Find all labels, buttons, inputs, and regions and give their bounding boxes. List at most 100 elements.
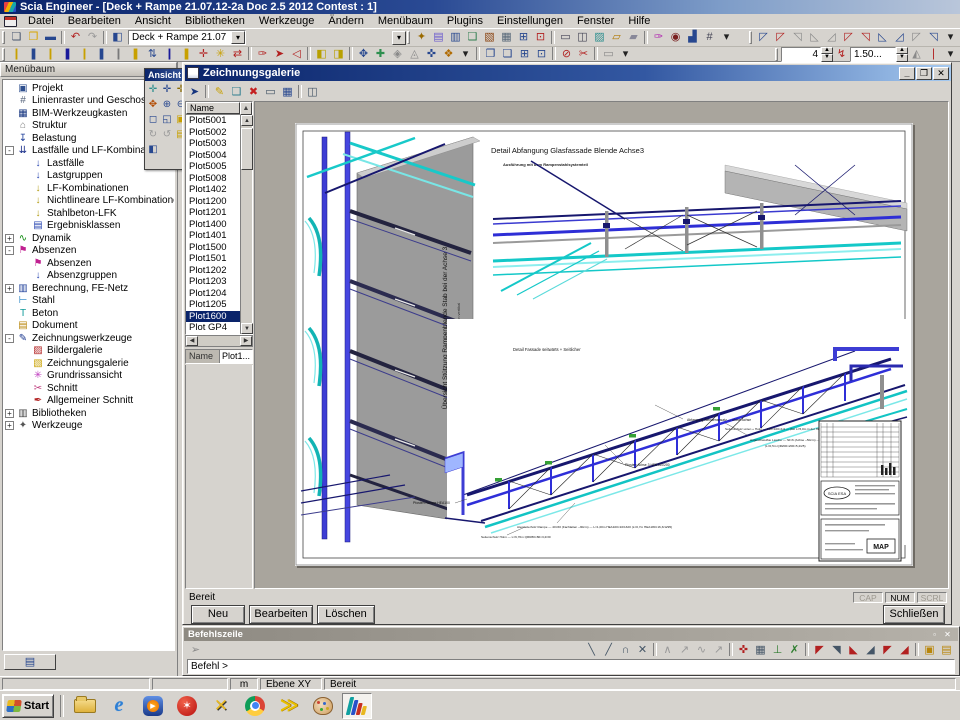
scroll-down-icon[interactable]: ▼ [241, 323, 253, 334]
plot-list-item[interactable]: Plot5002 [186, 127, 241, 139]
star-icon[interactable]: ✳ [212, 47, 229, 61]
scroll-up-icon[interactable]: ▲ [241, 115, 253, 126]
calculator-icon[interactable]: ◉ [667, 31, 684, 45]
snap-corner-icon[interactable]: ◥ [828, 643, 845, 657]
snap-grid-icon[interactable]: ▦ [752, 643, 769, 657]
toggle-left-icon[interactable]: ◧ [313, 47, 330, 61]
ruler-icon[interactable]: ❘ [925, 47, 942, 61]
snap-settings-icon[interactable]: ▣ [921, 643, 938, 657]
tree-expander[interactable]: - [5, 246, 14, 255]
loadcase-icon[interactable]: ❚ [25, 47, 42, 61]
tree-item[interactable]: ↓ Lastgruppen [5, 170, 174, 183]
zoom-all-icon[interactable]: ✛ [146, 82, 160, 97]
plot-list-item[interactable]: Plot GP4 [186, 322, 241, 334]
maximize-button[interactable]: ❐ [916, 67, 932, 80]
menu-item[interactable]: Werkzeuge [252, 14, 321, 28]
new-button[interactable]: Neu [191, 605, 245, 624]
preview-plot-icon[interactable]: ◫ [304, 85, 321, 99]
menu-item[interactable]: Ansicht [128, 14, 178, 28]
chevron-down-icon[interactable]: ▾ [392, 31, 406, 45]
plot-list-header[interactable]: Name ▲ [186, 102, 252, 115]
view-style-icon[interactable]: ◸ [772, 31, 789, 45]
lasso-icon[interactable]: ➤ [271, 47, 288, 61]
tools-app-icon[interactable]: ✕ [206, 693, 236, 719]
command-panel-title[interactable]: Befehlszeile ▫✕ [184, 628, 958, 641]
toolbar-grip[interactable] [2, 31, 5, 44]
plot-list-item[interactable]: Plot1204 [186, 288, 241, 300]
tree-item[interactable]: ✳ Grundrissansicht [5, 370, 174, 383]
media-player-icon[interactable]: ▶ [138, 693, 168, 719]
chevron-down-icon[interactable]: ▾ [231, 31, 245, 44]
sidebar-tab[interactable]: ▤ [4, 654, 56, 670]
view-style-icon[interactable]: ◸ [755, 31, 772, 45]
window-single-icon[interactable]: ⊡ [533, 47, 550, 61]
tree-expander[interactable]: - [5, 334, 14, 343]
menu-item[interactable]: Hilfe [621, 14, 657, 28]
view-style-icon[interactable]: ◹ [857, 31, 874, 45]
copy-view-icon[interactable]: ↺ [160, 127, 174, 142]
menu-item[interactable]: Menübaum [371, 14, 440, 28]
tree-item[interactable]: ▨ Bildergalerie [5, 345, 174, 358]
tree-expander[interactable]: + [5, 234, 14, 243]
window-layout-icon[interactable]: ◧ [109, 31, 126, 45]
image-gallery-icon[interactable]: ▨ [591, 31, 608, 45]
close-button[interactable]: ✕ [933, 67, 949, 80]
horizontal-scrollbar[interactable]: ◀ ▶ [185, 335, 253, 347]
tree-item[interactable]: ↓ Nichtlineare LF-Kombinationen [5, 195, 174, 208]
view-style-icon[interactable]: ◺ [806, 31, 823, 45]
new-icon[interactable]: ❏ [8, 31, 25, 45]
select-icon[interactable]: ✑ [254, 47, 271, 61]
arrow-icon[interactable]: ↗ [710, 643, 727, 657]
menu-item[interactable]: Einstellungen [490, 14, 570, 28]
clipboard-icon[interactable]: ▧ [481, 31, 498, 45]
zoom-selection-icon[interactable]: ✛ [160, 82, 174, 97]
tree-expander[interactable]: - [5, 146, 14, 155]
document-window-icon[interactable] [4, 16, 17, 27]
curve-icon[interactable]: ∿ [693, 643, 710, 657]
section-icon[interactable]: # [701, 31, 718, 45]
snap-corner-icon[interactable]: ◤ [879, 643, 896, 657]
chrome-icon[interactable] [240, 693, 270, 719]
menu-item[interactable]: Bibliotheken [178, 14, 252, 28]
more-icon[interactable]: ▾ [942, 47, 959, 61]
toolbar-grip[interactable] [2, 48, 5, 61]
scroll-left-icon[interactable]: ◀ [186, 336, 198, 346]
delete-button[interactable]: Löschen [317, 605, 375, 624]
view-style-icon[interactable]: ◿ [891, 31, 908, 45]
paint-app-icon[interactable] [308, 693, 338, 719]
minimize-button[interactable]: _ [899, 67, 915, 80]
export-plot-icon[interactable]: ▦ [279, 85, 296, 99]
frame-icon[interactable]: ⊡ [532, 31, 549, 45]
draw-arc-icon[interactable]: ∩ [617, 643, 634, 657]
member-count-spinner[interactable]: 4 [781, 47, 821, 62]
status-plane[interactable]: Ebene XY [260, 678, 322, 690]
tree-item[interactable]: ▤ Ergebnisklassen [5, 220, 174, 233]
command-input[interactable]: Befehl > [187, 659, 955, 674]
print-plot-icon[interactable]: ▭ [262, 85, 279, 99]
plot-list-item[interactable]: Plot5005 [186, 161, 241, 173]
plot-list-item[interactable]: Plot1600 [186, 311, 241, 323]
tree-item[interactable]: ↓ LF-Kombinationen [5, 182, 174, 195]
view-3d-icon[interactable]: ◧ [146, 142, 160, 157]
pin-icon[interactable]: ▫ [928, 629, 941, 640]
tree-item[interactable]: T Beton [5, 307, 174, 320]
command-pointer-icon[interactable]: ➢ [187, 643, 204, 657]
internet-explorer-icon[interactable]: e [104, 693, 134, 719]
loadcase-icon[interactable]: ❙ [110, 47, 127, 61]
plot-list-item[interactable]: Plot1501 [186, 253, 241, 265]
loadcase-icon[interactable]: ❚ [93, 47, 110, 61]
close-dialog-button[interactable]: Schließen [883, 605, 945, 624]
property-name-value[interactable]: Plot1... [220, 350, 252, 363]
spinner-buttons[interactable]: ▲▼ [821, 47, 833, 62]
storey-icon[interactable]: ▥ [447, 31, 464, 45]
project-combo[interactable]: Deck + Rampe 21.07 ▾ [128, 30, 246, 45]
status-units[interactable]: m [230, 678, 258, 690]
plot-list-item[interactable]: Plot1400 [186, 219, 241, 231]
chart-icon[interactable]: ▟ [684, 31, 701, 45]
toolbar-grip[interactable] [775, 48, 778, 61]
plot-list-item[interactable]: Plot1500 [186, 242, 241, 254]
redo-icon[interactable]: ↷ [84, 31, 101, 45]
copy-properties-icon[interactable]: ❑ [464, 31, 481, 45]
snap-plane-icon[interactable]: ▤ [938, 643, 955, 657]
plot-list-item[interactable]: Plot1202 [186, 265, 241, 277]
